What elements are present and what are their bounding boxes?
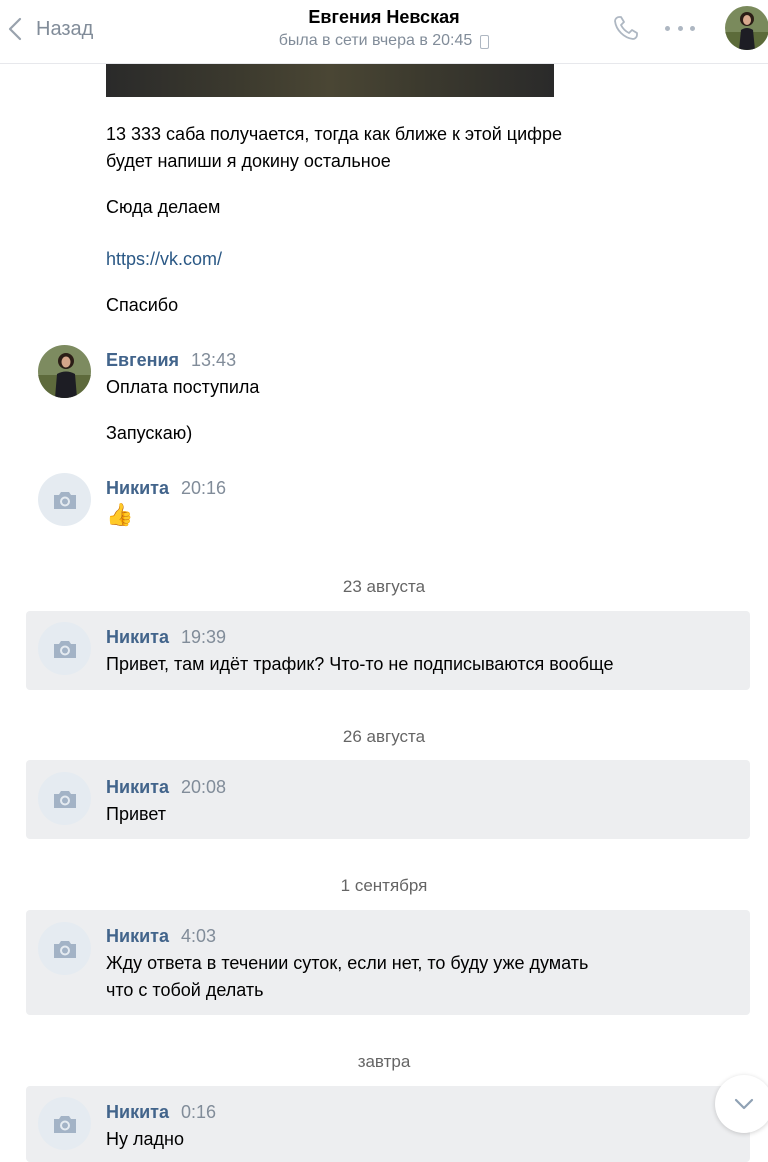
contact-avatar[interactable]	[725, 6, 768, 50]
message-author: Никита 20:16	[106, 477, 226, 499]
mobile-device-icon	[480, 35, 490, 49]
message-time[interactable]: 0:16	[181, 1101, 216, 1123]
emoji-message: 👍	[106, 502, 134, 527]
sender-avatar[interactable]	[38, 772, 91, 825]
camera-icon	[53, 790, 76, 808]
online-status-text: была в сети вчера в 20:45	[278, 32, 473, 49]
message-time[interactable]: 19:39	[181, 626, 226, 648]
camera-icon	[53, 940, 76, 958]
call-button[interactable]	[612, 14, 640, 42]
date-separator: 1 сентября	[340, 876, 428, 895]
message-text: Привет, там идёт трафик? Что-то не подпи…	[106, 654, 614, 674]
chat-title-block[interactable]: Евгения Невская была в сети вчера в 20:4…	[0, 6, 768, 54]
message-text: 13 333 саба получается, тогда как ближе …	[106, 124, 562, 171]
avatar-photo	[38, 345, 91, 398]
message-time[interactable]: 4:03	[181, 925, 216, 947]
message-text: Сюда делаем	[106, 197, 221, 217]
online-status: была в сети вчера в 20:45	[279, 28, 490, 54]
sender-avatar[interactable]	[38, 622, 91, 675]
camera-icon	[53, 1115, 76, 1133]
avatar-photo	[725, 6, 768, 50]
author-name[interactable]: Никита	[106, 776, 169, 798]
author-name[interactable]: Никита	[106, 477, 169, 499]
message-time[interactable]: 20:16	[181, 477, 226, 499]
sender-avatar[interactable]	[38, 345, 91, 398]
author-name[interactable]: Евгения	[106, 349, 179, 371]
author-name[interactable]: Никита	[106, 1101, 169, 1123]
link[interactable]: https://vk.com/	[106, 249, 222, 269]
image-attachment[interactable]	[106, 64, 554, 97]
sender-avatar[interactable]	[38, 1097, 91, 1150]
camera-icon	[53, 640, 76, 658]
sender-avatar[interactable]	[38, 922, 91, 975]
phone-icon	[614, 16, 638, 40]
camera-icon	[53, 491, 76, 509]
message-text: Жду ответа в течении суток, если нет, то…	[106, 953, 589, 1000]
sender-avatar[interactable]	[38, 473, 91, 526]
message-text: Ну ладно	[106, 1129, 184, 1149]
more-button[interactable]	[665, 20, 695, 36]
message-author: Никита 4:03	[106, 925, 216, 947]
scroll-to-bottom-button[interactable]	[715, 1075, 768, 1133]
message-text: Спасибо	[106, 295, 179, 315]
message-author: Никита 20:08	[106, 776, 226, 798]
chevron-down-icon	[734, 1098, 754, 1110]
chat-title: Евгения Невская	[308, 7, 460, 27]
author-name[interactable]: Никита	[106, 925, 169, 947]
message-time[interactable]: 20:08	[181, 776, 226, 798]
message-text: Оплата поступила	[106, 377, 260, 397]
message-author: Никита 19:39	[106, 626, 226, 648]
message-time[interactable]: 13:43	[191, 349, 236, 371]
date-separator: 26 августа	[342, 727, 426, 746]
date-separator: завтра	[357, 1052, 411, 1071]
message-author: Евгения 13:43	[106, 349, 236, 371]
more-dots-icon	[665, 25, 670, 31]
date-separator: 23 августа	[342, 577, 426, 596]
message-text: Запускаю)	[106, 423, 193, 443]
message-text: Привет	[106, 804, 167, 824]
message-link: https://vk.com/	[106, 246, 222, 273]
author-name[interactable]: Никита	[106, 626, 169, 648]
message-author: Никита 0:16	[106, 1101, 216, 1123]
chat-header: Назад Евгения Невская была в сети вчера …	[0, 0, 768, 64]
